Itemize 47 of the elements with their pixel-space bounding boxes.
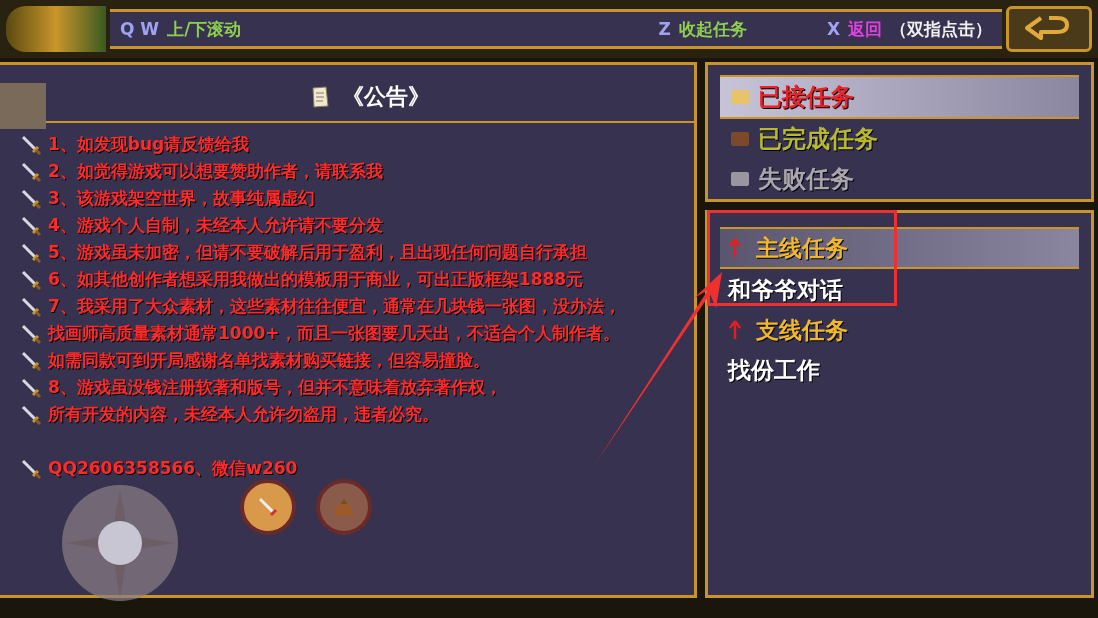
tab-label: 已接任务 [758, 82, 854, 113]
tab-label: 失败任务 [758, 164, 854, 195]
sword-icon [20, 160, 42, 183]
sword-icon [20, 349, 42, 372]
arrow-up-icon [728, 319, 742, 341]
task-group[interactable]: 支线任务 [720, 311, 1079, 349]
notice-line: 5、游戏虽未加密，但请不要破解后用于盈利，且出现任何问题自行承担 [48, 241, 587, 264]
back-button[interactable] [1006, 6, 1092, 52]
sword-icon [20, 187, 42, 210]
photo-placeholder [0, 83, 46, 129]
notice-line: 8、游戏虽没钱注册软著和版号，但并不意味着放弃著作权， [48, 376, 502, 399]
hint-label: 返回 [848, 17, 882, 41]
hint-label: 上/下滚动 [167, 17, 242, 41]
notice-line: 2、如觉得游戏可以想要赞助作者，请联系我 [48, 160, 383, 183]
notice-line: 1、如发现bug请反馈给我 [48, 133, 250, 156]
sword-icon [20, 241, 42, 264]
sword-icon [20, 376, 42, 399]
sword-icon [20, 295, 42, 318]
sword-icon [20, 133, 42, 156]
key-hint: Q W [120, 19, 160, 39]
notice-title: 《公告》 [342, 83, 430, 111]
notice-line: 4、游戏个人自制，未经本人允许请不要分发 [48, 214, 383, 237]
hint-label: 收起任务 [678, 17, 747, 41]
notice-line: 6、如其他创作者想采用我做出的模板用于商业，可出正版框架1888元 [48, 268, 584, 291]
sword-icon [20, 214, 42, 237]
sword-icon [20, 403, 42, 426]
notice-line: 找画师高质量素材通常1000+，而且一张图要几天出，不适合个人制作者。 [48, 322, 620, 345]
quest-item[interactable]: 找份工作 [720, 349, 1079, 391]
key-hint: X [826, 19, 840, 39]
sword-icon [20, 322, 42, 345]
paper-icon [310, 86, 330, 108]
tab-label: 已完成任务 [758, 124, 878, 155]
task-group[interactable]: 主线任务 [720, 227, 1079, 269]
notice-line: 7、我采用了大众素材，这些素材往往便宜，通常在几块钱一张图，没办法， [48, 295, 621, 318]
task-tab[interactable]: 失败任务 [720, 159, 1079, 199]
quest-item[interactable]: 和爷爷对话 [720, 269, 1079, 311]
task-tab[interactable]: 已完成任务 [720, 119, 1079, 159]
sword-icon [20, 457, 42, 480]
arrow-up-icon [728, 237, 742, 259]
notice-line: 所有开发的内容，未经本人允许勿盗用，违者必究。 [48, 403, 439, 426]
notice-line: 3、该游戏架空世界，故事纯属虚幻 [48, 187, 315, 210]
sword-skill-button[interactable] [240, 479, 296, 535]
notice-line: 如需同款可到开局感谢名单找素材购买链接，但容易撞脸。 [48, 349, 490, 372]
hint-note: （双指点击） [890, 17, 992, 41]
key-hint: Z [658, 19, 671, 39]
contact-line: QQ2606358566、微信w260 [48, 457, 298, 480]
sword-icon [20, 268, 42, 291]
